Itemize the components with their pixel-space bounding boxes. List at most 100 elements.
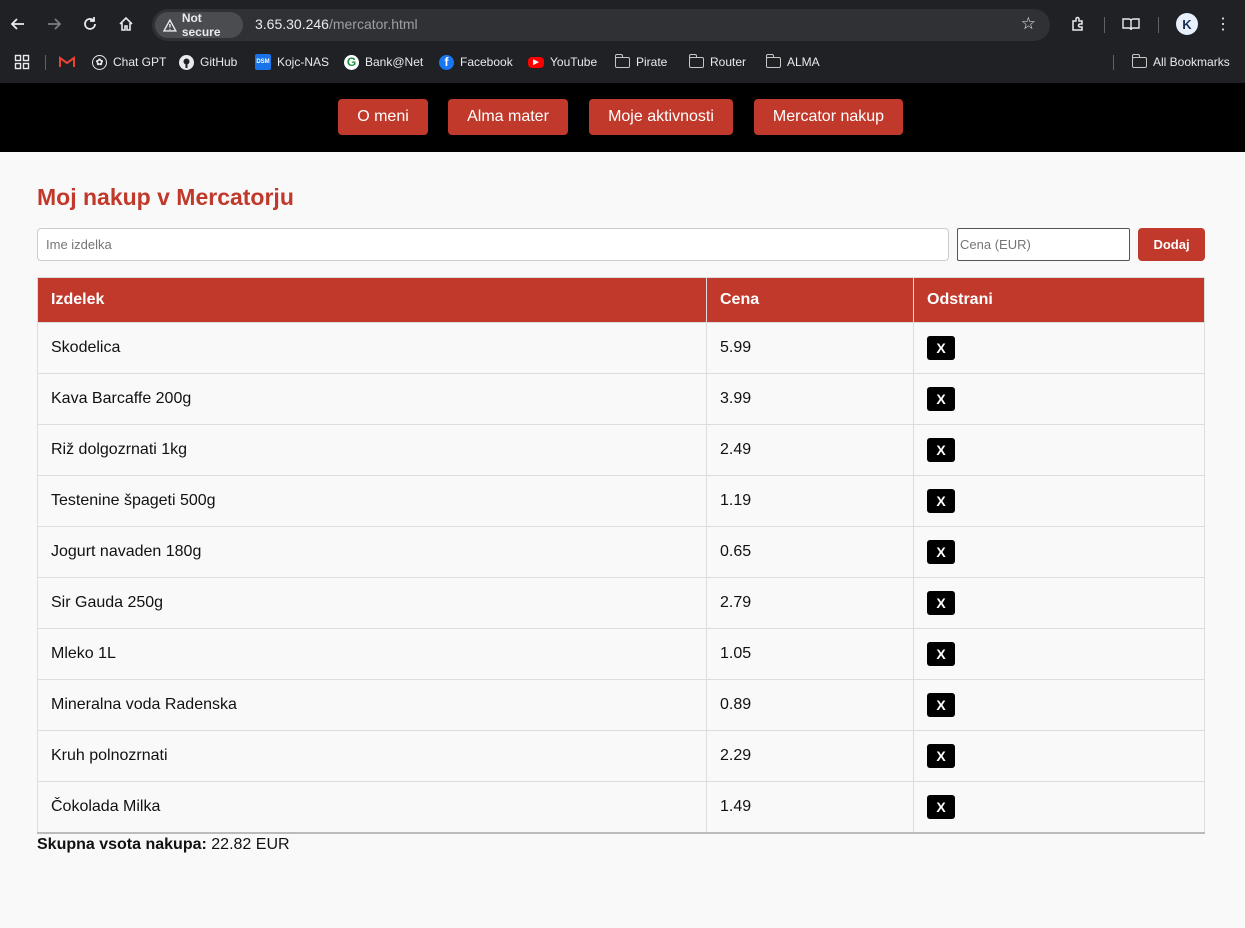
- product-name-cell: Jogurt navaden 180g: [37, 526, 707, 578]
- product-price-cell: 2.49: [706, 424, 914, 476]
- remove-button[interactable]: X: [927, 591, 955, 615]
- security-chip[interactable]: Not secure: [155, 11, 243, 39]
- product-price-cell: 0.89: [706, 679, 914, 731]
- browser-toolbar: Not secure 3.65.30.246/mercator.html ☆ K…: [0, 0, 1245, 48]
- address-bar[interactable]: Not secure 3.65.30.246/mercator.html ☆: [152, 9, 1050, 41]
- shopping-table: Izdelek Cena Odstrani Skodelica 5.99 X K…: [37, 277, 1205, 834]
- remove-cell: X: [913, 475, 1205, 527]
- remove-button[interactable]: X: [927, 336, 955, 360]
- product-price-cell: 2.79: [706, 577, 914, 629]
- total-label: Skupna vsota nakupa:: [37, 836, 207, 853]
- site-navbar: O meni Alma mater Moje aktivnosti Mercat…: [0, 83, 1245, 152]
- url-path: /mercator.html: [328, 16, 418, 32]
- bookmark-alma[interactable]: ALMA: [765, 52, 820, 72]
- remove-button[interactable]: X: [927, 794, 955, 819]
- header-odstrani: Odstrani: [913, 277, 1205, 323]
- bookmark-chatgpt[interactable]: ✿ Chat GPT: [92, 52, 166, 72]
- bookmark-youtube[interactable]: ▶ YouTube: [528, 52, 597, 72]
- reload-icon[interactable]: [76, 10, 104, 38]
- remove-button[interactable]: X: [927, 744, 955, 768]
- profile-avatar[interactable]: K: [1176, 13, 1198, 35]
- nav-link-moje-aktivnosti[interactable]: Moje aktivnosti: [589, 99, 733, 135]
- bookmark-label: Router: [710, 55, 747, 69]
- product-price-cell: 5.99: [706, 322, 914, 374]
- product-price-cell: 1.49: [706, 781, 914, 834]
- table-row: Testenine špageti 500g 1.19 X: [37, 475, 1205, 527]
- github-icon: [179, 54, 194, 70]
- remove-cell: X: [913, 781, 1205, 834]
- product-name-cell: Čokolada Milka: [37, 781, 707, 834]
- bookmark-banknet[interactable]: G Bank@Net: [344, 52, 423, 72]
- remove-button[interactable]: X: [927, 693, 955, 717]
- security-label: Not secure: [181, 11, 221, 39]
- remove-cell: X: [913, 424, 1205, 476]
- bookmark-router[interactable]: Router: [688, 52, 747, 72]
- folder-icon: [614, 53, 630, 68]
- back-icon[interactable]: [4, 10, 32, 38]
- header-cena: Cena: [706, 277, 914, 323]
- url-text[interactable]: 3.65.30.246/mercator.html: [255, 16, 418, 32]
- table-row: Skodelica 5.99 X: [37, 322, 1205, 374]
- reading-list-icon[interactable]: [1117, 10, 1145, 38]
- product-name-cell: Mineralna voda Radenska: [37, 679, 707, 731]
- product-name-cell: Riž dolgozrnati 1kg: [37, 424, 707, 476]
- bookmark-facebook[interactable]: f Facebook: [439, 52, 513, 72]
- page-title: Moj nakup v Mercatorju: [37, 184, 294, 210]
- remove-button[interactable]: X: [927, 540, 955, 564]
- remove-button[interactable]: X: [927, 387, 955, 411]
- bookmarks-divider: [1113, 55, 1114, 70]
- youtube-icon: ▶: [528, 56, 544, 68]
- forward-icon[interactable]: [40, 10, 68, 38]
- nav-link-alma-mater[interactable]: Alma mater: [448, 99, 568, 135]
- bookmarks-bar: ✿ Chat GPT GitHub DSM Kojc-NAS G Bank@Ne…: [0, 48, 1245, 76]
- all-bookmarks-label: All Bookmarks: [1153, 55, 1230, 69]
- total-value: 22.82 EUR: [211, 836, 290, 853]
- nav-link-o-meni[interactable]: O meni: [338, 99, 428, 135]
- table-row: Kava Barcaffe 200g 3.99 X: [37, 373, 1205, 425]
- bookmark-label: Kojc-NAS: [277, 55, 330, 69]
- menu-kebab-icon[interactable]: ⋮: [1209, 10, 1237, 38]
- product-name-cell: Skodelica: [37, 322, 707, 374]
- table-row: Jogurt navaden 180g 0.65 X: [37, 526, 1205, 578]
- chatgpt-icon: ✿: [92, 54, 107, 70]
- folder-icon: [765, 53, 781, 68]
- product-price-cell: 3.99: [706, 373, 914, 425]
- warning-icon: [163, 18, 177, 32]
- home-icon[interactable]: [112, 10, 140, 38]
- product-price-cell: 1.05: [706, 628, 914, 680]
- product-name-cell: Kava Barcaffe 200g: [37, 373, 707, 425]
- bookmark-gmail[interactable]: [59, 52, 75, 72]
- bookmark-pirate[interactable]: Pirate: [614, 52, 667, 72]
- bank-icon: G: [344, 54, 359, 70]
- header-izdelek: Izdelek: [37, 277, 707, 323]
- table-row: Mleko 1L 1.05 X: [37, 628, 1205, 680]
- bookmark-label: Bank@Net: [365, 55, 424, 69]
- extensions-icon[interactable]: [1064, 10, 1092, 38]
- remove-cell: X: [913, 679, 1205, 731]
- product-name-cell: Sir Gauda 250g: [37, 577, 707, 629]
- table-row: Kruh polnozrnati 2.29 X: [37, 730, 1205, 782]
- total-sum: Skupna vsota nakupa: 22.82 EUR: [37, 836, 290, 854]
- folder-icon: [688, 53, 704, 68]
- remove-button[interactable]: X: [927, 489, 955, 513]
- product-price-cell: 0.65: [706, 526, 914, 578]
- bookmark-label: Facebook: [460, 55, 513, 69]
- remove-button[interactable]: X: [927, 642, 955, 666]
- product-name-cell: Testenine špageti 500g: [37, 475, 707, 527]
- apps-grid-icon[interactable]: [14, 52, 30, 72]
- all-bookmarks[interactable]: All Bookmarks: [1131, 52, 1230, 72]
- nav-link-mercator-nakup[interactable]: Mercator nakup: [754, 99, 903, 135]
- product-price-input[interactable]: [957, 228, 1130, 261]
- product-name-input[interactable]: [37, 228, 949, 261]
- bookmark-github[interactable]: GitHub: [179, 52, 237, 72]
- bookmark-kojc-nas[interactable]: DSM Kojc-NAS: [255, 52, 329, 72]
- remove-cell: X: [913, 373, 1205, 425]
- add-button[interactable]: Dodaj: [1138, 228, 1205, 261]
- remove-cell: X: [913, 577, 1205, 629]
- table-row: Sir Gauda 250g 2.79 X: [37, 577, 1205, 629]
- browser-chrome: Not secure 3.65.30.246/mercator.html ☆ K…: [0, 0, 1245, 83]
- remove-button[interactable]: X: [927, 438, 955, 462]
- table-row: Riž dolgozrnati 1kg 2.49 X: [37, 424, 1205, 476]
- bookmark-star-icon[interactable]: ☆: [1021, 14, 1036, 34]
- product-name-cell: Mleko 1L: [37, 628, 707, 680]
